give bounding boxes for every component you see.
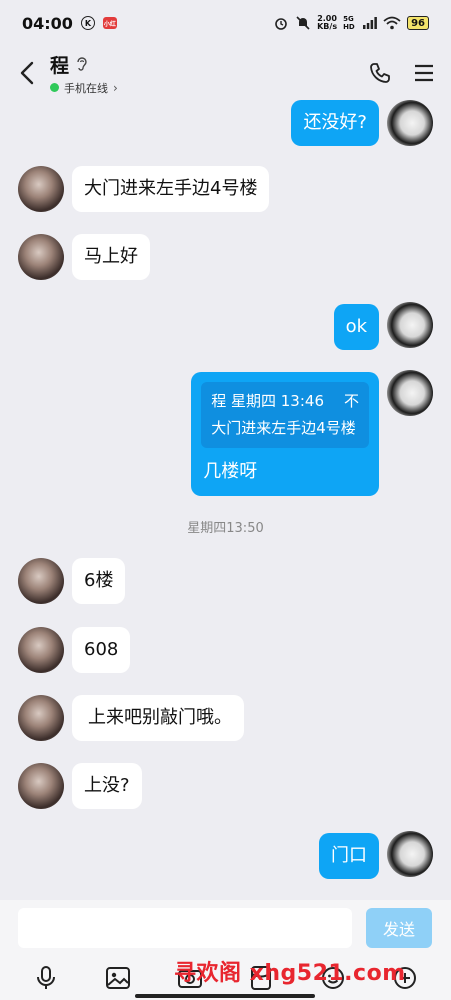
message-bubble-incoming[interactable]: 6楼 <box>72 558 126 604</box>
image-icon <box>105 967 130 989</box>
alarm-icon <box>275 18 287 30</box>
my-avatar[interactable] <box>387 302 433 348</box>
contact-avatar[interactable] <box>18 234 64 280</box>
wifi-icon <box>383 16 401 30</box>
call-button[interactable] <box>367 60 393 86</box>
net-speed-unit: KB/s <box>317 22 338 31</box>
message-bubble-incoming[interactable]: 上来吧别敲门哦。 <box>72 695 244 741</box>
message-bubble-outgoing[interactable]: 还没好? <box>291 100 379 146</box>
my-avatar[interactable] <box>387 100 433 146</box>
mic-icon <box>36 966 55 989</box>
contact-avatar[interactable] <box>18 166 64 212</box>
mute-icon <box>296 16 310 30</box>
quoted-text: 大门进来左手边4号楼 <box>211 419 356 437</box>
quoted-message[interactable]: 程 星期四 13:46 不 大门进来左手边4号楼 <box>201 382 369 448</box>
chat-area[interactable]: 还没好? 大门进来左手边4号楼 马上好 ok 程 星期四 13:46 不 大门进… <box>0 100 451 900</box>
message-bubble-outgoing-reply[interactable]: 程 星期四 13:46 不 大门进来左手边4号楼 几楼呀 <box>191 372 379 496</box>
message-bubble-incoming[interactable]: 大门进来左手边4号楼 <box>72 166 270 212</box>
message-bubble-outgoing[interactable]: ok <box>333 304 379 350</box>
message-input[interactable] <box>18 908 352 948</box>
battery-icon: 96 <box>407 16 429 30</box>
menu-button[interactable] <box>411 60 437 86</box>
home-indicator[interactable] <box>135 994 315 998</box>
contact-info[interactable]: 程 手机在线 › <box>50 51 118 96</box>
message-bubble-incoming[interactable]: 上没? <box>72 763 142 809</box>
contact-avatar[interactable] <box>18 627 64 673</box>
quoted-sender: 程 星期四 13:46 <box>211 392 324 410</box>
online-status-text: 手机在线 <box>64 81 108 95</box>
contact-avatar[interactable] <box>18 763 64 809</box>
chevron-left-icon <box>20 61 34 85</box>
my-avatar[interactable] <box>387 370 433 416</box>
my-avatar[interactable] <box>387 831 433 877</box>
contact-name: 程 <box>50 54 70 77</box>
network-type: 5G HD <box>343 15 355 31</box>
quoted-close: 不 <box>343 392 359 410</box>
ear-icon <box>77 57 87 71</box>
contact-avatar[interactable] <box>18 695 64 741</box>
watermark: 寻欢阁 xhg521.com <box>174 961 406 986</box>
status-bar: 04:00 K 小红 2.00 KB/s 5G HD 96 <box>0 0 451 46</box>
message-bubble-incoming[interactable]: 608 <box>72 627 131 673</box>
chat-timestamp: 星期四13:50 <box>187 521 264 536</box>
online-status-dot <box>50 83 59 92</box>
message-bubble-incoming[interactable]: 马上好 <box>72 234 150 280</box>
k-badge-icon: K <box>80 16 95 30</box>
net-speed: 2.00 KB/s <box>317 15 337 31</box>
back-button[interactable] <box>14 58 40 88</box>
image-button[interactable] <box>103 963 133 993</box>
app-notification-icon: 小红 <box>102 17 117 29</box>
chevron-right-icon: › <box>113 80 118 95</box>
message-bubble-outgoing[interactable]: 门口 <box>319 833 379 879</box>
chat-header: 程 手机在线 › <box>0 46 451 100</box>
reply-text: 几楼呀 <box>203 461 258 482</box>
send-button[interactable]: 发送 <box>366 908 432 948</box>
hamburger-menu-icon <box>415 64 433 82</box>
phone-icon <box>370 63 390 83</box>
signal-icon <box>363 17 377 29</box>
contact-avatar[interactable] <box>18 558 64 604</box>
voice-button[interactable] <box>31 963 61 993</box>
status-time: 04:00 <box>22 13 73 33</box>
